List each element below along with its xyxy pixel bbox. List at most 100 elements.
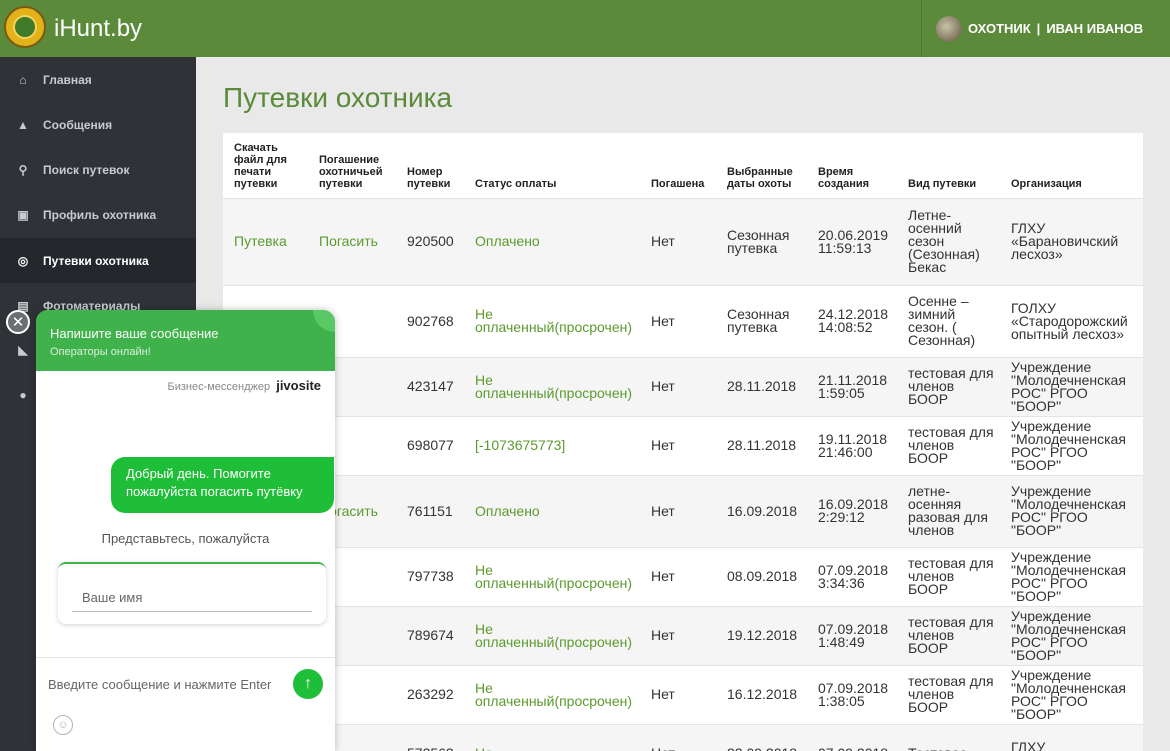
- organization: ГОЛХУ «Стародорожский опытный лесхоз»: [1000, 284, 1143, 357]
- redeemed-status: Нет: [640, 356, 716, 416]
- sidebar-item-home[interactable]: ⌂ Главная: [0, 57, 196, 102]
- message-input[interactable]: [48, 672, 288, 696]
- id-card-icon: ▣: [17, 207, 29, 222]
- info-icon: ●: [19, 387, 27, 402]
- table-row: 423147 Не оплаченный(просрочен) Нет 28.1…: [223, 356, 1143, 416]
- payment-status: Не оплаченный(просрочен): [464, 284, 640, 357]
- hunt-dates: 28.11.2018: [716, 356, 807, 416]
- hunt-dates: 16.09.2018: [716, 474, 807, 547]
- column-header: Погашена: [651, 177, 705, 190]
- redeemed-status: Нет: [640, 284, 716, 357]
- created-time: 07.09.2018: [807, 723, 897, 751]
- sidebar-item-messages[interactable]: ▲ Сообщения: [0, 102, 196, 147]
- table-row: 263292 Не оплаченный(просрочен) Нет 16.1…: [223, 664, 1143, 724]
- permit-number: 761151: [396, 474, 464, 547]
- payment-status: Не оплаченный(просрочен): [464, 664, 640, 724]
- table-row: 698077 [-1073675773] Нет 28.11.2018 19.1…: [223, 415, 1143, 475]
- hunt-dates: 19.12.2018: [716, 605, 807, 665]
- redeemed-status: Нет: [640, 415, 716, 475]
- table-row: 572562 Не Нет 22.09.2018 07.09.2018 Тест…: [223, 723, 1143, 751]
- sidebar-item-label: Поиск путевок: [43, 162, 130, 177]
- chat-compose-area: ↑ ☺: [36, 657, 335, 751]
- table-row: Путевка Погасить 920500 Оплачено Нет Сез…: [223, 197, 1143, 285]
- payment-status: Оплачено: [464, 474, 640, 547]
- sidebar-item-search[interactable]: ⚲ Поиск путевок: [0, 147, 196, 192]
- sidebar-item-label: Профиль охотника: [43, 207, 157, 222]
- permit-type: Летне-осенний сезон (Сезонная) Бекас: [897, 197, 1000, 285]
- sidebar-item-profile[interactable]: ▣ Профиль охотника: [0, 192, 196, 237]
- redeemed-status: Нет: [640, 546, 716, 606]
- permits-table: Скачать файл для печати путевки Погашени…: [223, 133, 1143, 751]
- column-header: Организация: [1011, 177, 1082, 190]
- created-time: 07.09.2018 1:48:49: [807, 605, 897, 665]
- permit-type: тестовая для членов БООР: [897, 356, 1000, 416]
- hunt-dates: 22.09.2018: [716, 723, 807, 751]
- payment-status: Оплачено: [464, 197, 640, 285]
- created-time: 16.09.2018 2:29:12: [807, 474, 897, 547]
- organization: Учреждение "Молодечненская РОС" РГОО "БО…: [1000, 415, 1143, 475]
- avatar: [936, 15, 962, 42]
- brand-name[interactable]: iHunt.by: [54, 15, 142, 43]
- column-header: Номер путевки: [407, 165, 451, 190]
- table-row: Погасить 761151 Оплачено Нет 16.09.2018 …: [223, 474, 1143, 547]
- close-icon: ✕: [11, 314, 25, 331]
- redeemed-status: Нет: [640, 474, 716, 547]
- organization: ГЛХУ «Барановичский: [1000, 723, 1143, 751]
- permit-type: Осенне – зимний сезон. ( Сезонная): [897, 284, 1000, 357]
- chat-intro-text: Представьтесь, пожалуйста: [101, 531, 270, 546]
- send-button[interactable]: ↑: [293, 669, 323, 699]
- chat-header[interactable]: Напишите ваше сообщение Операторы онлайн…: [36, 310, 335, 371]
- sidebar-item-permits[interactable]: ◎ Путевки охотника: [0, 238, 196, 283]
- redeemed-status: Нет: [640, 664, 716, 724]
- column-header: Выбранные даты охоты: [727, 165, 793, 190]
- organization: Учреждение "Молодечненская РОС" РГОО "БО…: [1000, 546, 1143, 606]
- organization: Учреждение "Молодечненская РОС" РГОО "БО…: [1000, 664, 1143, 724]
- payment-status: [-1073675773]: [464, 415, 640, 475]
- permit-number: 789674: [396, 605, 464, 665]
- download-link[interactable]: Путевка: [223, 197, 308, 285]
- hunt-dates: Сезонная путевка: [716, 197, 807, 285]
- permit-type: Тестовое: [897, 723, 1000, 751]
- created-time: 20.06.2019 11:59:13: [807, 197, 897, 285]
- book-icon: ◣: [18, 342, 28, 357]
- sidebar-item-label: Сообщения: [43, 117, 113, 132]
- permit-number: 263292: [396, 664, 464, 724]
- redeemed-status: Нет: [640, 605, 716, 665]
- user-menu[interactable]: ОХОТНИК | ИВАН ИВАНОВ: [921, 0, 1170, 57]
- name-input[interactable]: [72, 584, 312, 612]
- chat-widget: Напишите ваше сообщение Операторы онлайн…: [36, 310, 335, 751]
- user-separator: |: [1036, 21, 1041, 36]
- hunt-dates: 16.12.2018: [716, 664, 807, 724]
- permit-number: 423147: [396, 356, 464, 416]
- permit-number: 572562: [396, 723, 464, 751]
- permit-type: летне-осенняя разовая для членов: [897, 474, 1000, 547]
- table-row: 789674 Не оплаченный(просрочен) Нет 19.1…: [223, 605, 1143, 665]
- logo-icon[interactable]: [4, 6, 46, 48]
- hunt-dates: Сезонная путевка: [716, 284, 807, 357]
- payment-status: Не: [464, 723, 640, 751]
- organization: Учреждение "Молодечненская РОС" РГОО "БО…: [1000, 605, 1143, 665]
- column-header: Время создания: [818, 165, 870, 190]
- jivosite-logo[interactable]: jivosite: [276, 378, 321, 393]
- created-time: 24.12.2018 14:08:52: [807, 284, 897, 357]
- page-title: Путевки охотника: [223, 82, 453, 113]
- permit-number: 902768: [396, 284, 464, 357]
- created-time: 19.11.2018 21:46:00: [807, 415, 897, 475]
- target-icon: ◎: [17, 253, 29, 268]
- chat-title: Напишите ваше сообщение: [50, 326, 219, 341]
- column-header: Вид путевки: [908, 177, 977, 190]
- created-time: 07.09.2018 1:38:05: [807, 664, 897, 724]
- user-role: ОХОТНИК: [968, 21, 1031, 36]
- home-icon: ⌂: [19, 72, 27, 87]
- smiley-icon[interactable]: ☺: [53, 715, 73, 735]
- redeemed-status: Нет: [640, 197, 716, 285]
- column-header: Статус оплаты: [475, 177, 557, 190]
- permit-type: тестовая для членов БООР: [897, 415, 1000, 475]
- redeem-link[interactable]: Погасить: [308, 197, 396, 285]
- organization: Учреждение "Молодечненская РОС" РГОО "БО…: [1000, 356, 1143, 416]
- user-name: ИВАН ИВАНОВ: [1046, 21, 1144, 36]
- permit-type: тестовая для членов БООР: [897, 664, 1000, 724]
- bell-icon: ▲: [17, 117, 29, 132]
- chat-close-button[interactable]: ✕: [6, 310, 30, 334]
- created-time: 21.11.2018 1:59:05: [807, 356, 897, 416]
